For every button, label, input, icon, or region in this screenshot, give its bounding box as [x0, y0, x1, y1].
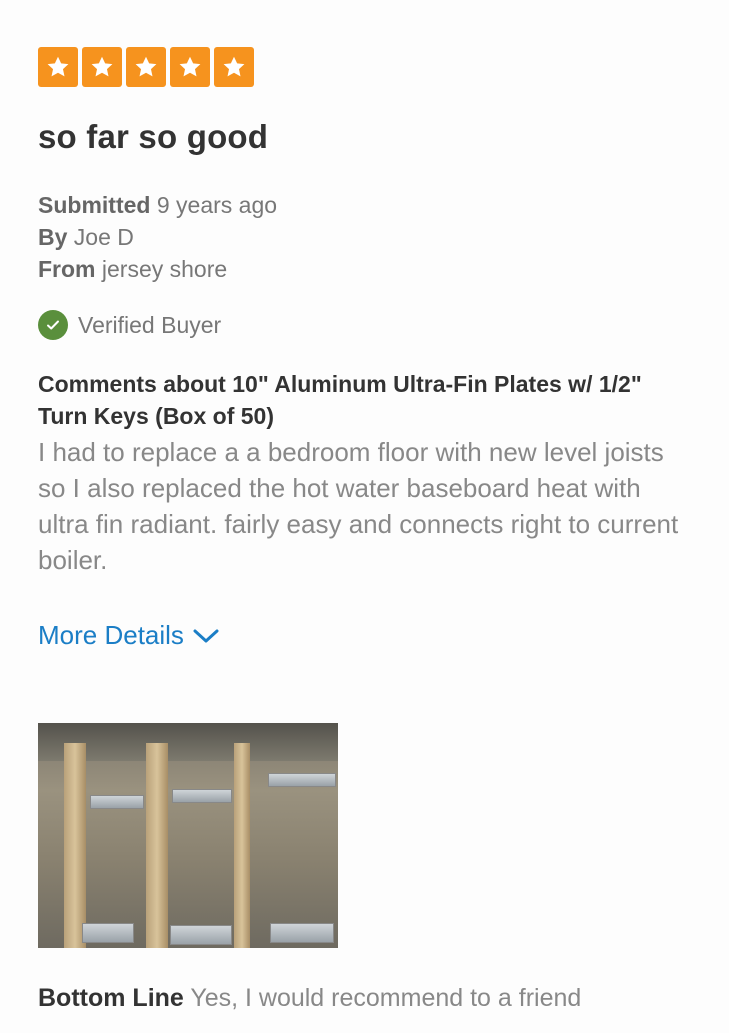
location-line: From jersey shore	[38, 253, 698, 285]
more-details-link[interactable]: More Details	[38, 620, 220, 651]
star-icon	[170, 47, 210, 87]
submitted-value: 9 years ago	[156, 192, 278, 218]
verified-buyer-badge: Verified Buyer	[38, 310, 698, 340]
star-rating	[38, 47, 698, 87]
submitted-line: Submitted 9 years ago	[38, 189, 698, 221]
bottom-line-label: Bottom Line	[38, 984, 184, 1012]
verified-buyer-label: Verified Buyer	[78, 311, 222, 338]
review-card: so far so good Submitted 9 years ago By …	[38, 47, 698, 1014]
star-icon	[214, 47, 254, 87]
review-meta: Submitted 9 years ago By Joe D From jers…	[38, 189, 698, 285]
author-name: Joe D	[73, 224, 134, 250]
chevron-down-icon	[193, 629, 219, 642]
bottom-line-value: Yes, I would recommend to a friend	[190, 984, 582, 1012]
check-circle-icon	[38, 310, 68, 340]
author-location: jersey shore	[101, 256, 228, 282]
by-label: By	[38, 224, 68, 250]
submitted-label: Submitted	[38, 192, 151, 218]
author-line: By Joe D	[38, 221, 698, 253]
star-icon	[126, 47, 166, 87]
review-body: I had to replace a a bedroom floor with …	[38, 437, 679, 575]
from-label: From	[38, 256, 96, 282]
star-icon	[82, 47, 122, 87]
review-photo[interactable]	[38, 723, 338, 948]
star-icon	[38, 47, 78, 87]
bottom-line: Bottom Line Yes, I would recommend to a …	[38, 982, 698, 1014]
comments-about-heading: Comments about 10" Aluminum Ultra-Fin Pl…	[38, 371, 642, 429]
review-title: so far so good	[38, 118, 269, 155]
more-details-label: More Details	[38, 620, 184, 650]
